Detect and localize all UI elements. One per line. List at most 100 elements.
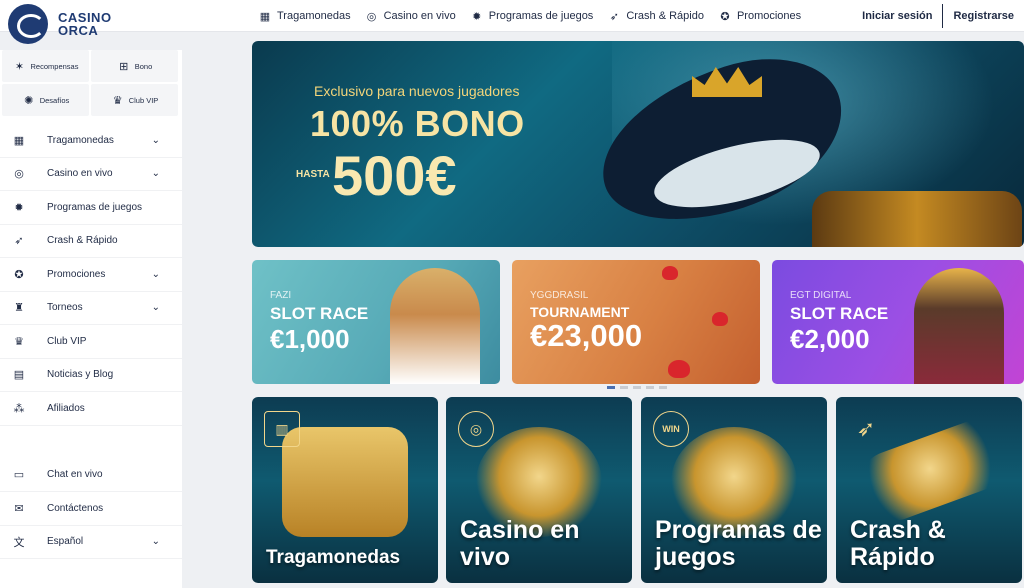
sidebar-item-label: Español [47, 536, 84, 548]
quick-link[interactable]: ⊞ Bono [91, 50, 178, 82]
quick-link-label: Recompensas [30, 61, 79, 71]
sidebar-item[interactable]: ⁂ Afiliados [0, 392, 182, 426]
gift-icon: ⊞ [119, 60, 129, 73]
category-label: Crash & Rápido [850, 516, 946, 571]
logo[interactable]: CASINO ORCA [8, 3, 112, 45]
sidebar-item[interactable]: ▭ Chat en vivo [0, 459, 182, 492]
hero-upto: HASTA [296, 169, 330, 180]
sidebar-item[interactable]: ♜ Torneos ⌄ [0, 292, 182, 325]
quick-links: ✶ Recompensas ⊞ Bono ✺ Desafíos ♛ Club VIP [0, 50, 182, 116]
quick-link-label: Desafíos [39, 95, 70, 105]
hero-amount: 500€ [332, 144, 457, 207]
hero-subtitle: Exclusivo para nuevos jugadores [314, 83, 520, 99]
sidebar-item[interactable]: ▦ Tragamonedas ⌄ [0, 124, 182, 158]
treasure-illustration [812, 191, 1022, 247]
carousel-dot[interactable] [620, 386, 628, 389]
trophy-icon: ♜ [14, 302, 24, 315]
topnav-label: Tragamonedas [277, 10, 351, 22]
topnav-label: Casino en vivo [383, 10, 456, 22]
category-grid: ▥ Tragamonedas ◎ Casino en vivo WIN Prog… [252, 397, 1024, 583]
rocket-icon: ➶ [14, 235, 24, 248]
brand-name: CASINO ORCA [58, 11, 112, 37]
category-card-slots[interactable]: ▥ Tragamonedas [252, 397, 438, 583]
rewards-icon: ✶ [14, 60, 25, 73]
sidebar-item-label: Afiliados [47, 402, 85, 414]
vip-crown-icon: ♛ [112, 94, 123, 107]
promo-provider: FAZI [270, 290, 292, 301]
news-icon: ▤ [13, 369, 25, 382]
topnav-label: Crash & Rápido [626, 10, 704, 22]
quick-link[interactable]: ✶ Recompensas [2, 50, 89, 82]
slot-machine-icon: ▦ [13, 134, 25, 147]
promo-card[interactable]: EGT DIGITAL SLOT RACE €2,000 [772, 260, 1024, 384]
hero-headline: 100% BONO [310, 103, 525, 144]
topnav-item[interactable]: ◎ Casino en vivo [365, 9, 456, 23]
category-label: Tragamonedas [266, 547, 401, 568]
sidebar-item[interactable]: ✪ Promociones ⌄ [0, 258, 182, 292]
brand-line-2: ORCA [58, 23, 99, 38]
sidebar-item-label: Torneos [47, 302, 83, 314]
roulette-icon: ◎ [14, 168, 24, 181]
slot-machine-icon: ▦ [259, 10, 271, 23]
chevron-down-icon[interactable]: ⌄ [152, 168, 160, 179]
slot-machine-art [282, 427, 408, 537]
hero-banner[interactable]: Exclusivo para nuevos jugadores 100% BON… [252, 41, 1024, 247]
promo-card[interactable]: FAZI SLOT RACE €1,000 [252, 260, 500, 384]
sidebar-item-label: Contáctenos [47, 502, 104, 514]
carousel-dot[interactable] [607, 386, 615, 389]
sidebar-menu: ▦ Tragamonedas ⌄ ◎ Casino en vivo ⌄ ✹ Programas… [0, 124, 182, 426]
promo-figure [390, 268, 480, 384]
top-nav: ▦ Tragamonedas ◎ Casino en vivo ✹ Programas d… [258, 0, 801, 32]
sidebar-item[interactable]: ✹ Programas de juegos [0, 191, 182, 225]
promo-figure [914, 268, 1004, 384]
chevron-down-icon[interactable]: ⌄ [152, 269, 160, 280]
sidebar-item[interactable]: 文 Español ⌄ [0, 526, 182, 559]
carousel-dot[interactable] [633, 386, 641, 389]
sidebar-item[interactable]: ▤ Noticias y Blog [0, 359, 182, 392]
carousel-dot[interactable] [659, 386, 667, 389]
chevron-down-icon[interactable]: ⌄ [152, 536, 160, 547]
promo-amount: €2,000 [790, 324, 870, 354]
sidebar-item-label: Programas de juegos [47, 201, 143, 213]
sidebar-item-label: Promociones [47, 268, 106, 280]
vip-crown-icon: ♛ [14, 335, 24, 348]
contact-icon: ✉ [14, 502, 24, 515]
heart-decoration [712, 312, 728, 326]
quick-link[interactable]: ✺ Desafíos [2, 84, 89, 116]
topnav-item[interactable]: ➶ Crash & Rápido [607, 9, 704, 23]
heart-decoration [662, 266, 678, 280]
login-button[interactable]: Iniciar sesión [852, 0, 942, 32]
challenges-icon: ✺ [24, 94, 34, 107]
topnav-label: Promociones [736, 10, 802, 22]
sidebar-item[interactable]: ➶ Crash & Rápido [0, 225, 182, 258]
quick-link[interactable]: ♛ Club VIP [91, 84, 178, 116]
win-wheel-icon: WIN [653, 411, 689, 447]
chevron-down-icon[interactable]: ⌄ [152, 135, 160, 146]
category-label: Casino en vivo [460, 516, 580, 571]
promo-title: SLOT RACE [790, 304, 889, 323]
category-card-crash[interactable]: ➶ Crash & Rápido [836, 397, 1022, 583]
heart-decoration [668, 360, 690, 378]
sidebar-item[interactable]: ♛ Club VIP [0, 325, 182, 359]
sidebar-item-label: Tragamonedas [47, 134, 114, 146]
category-card-game-shows[interactable]: WIN Programas de juegos [641, 397, 827, 583]
chevron-down-icon[interactable]: ⌄ [152, 302, 160, 313]
quick-link-label: Club VIP [128, 95, 159, 105]
sidebar-item[interactable]: ◎ Casino en vivo ⌄ [0, 158, 182, 191]
promo-title: SLOT RACE [270, 304, 369, 323]
topnav-item[interactable]: ✹ Programas de juegos [470, 9, 593, 23]
topnav-item[interactable]: ✪ Promociones [718, 9, 801, 23]
sidebar-item[interactable]: ✉ Contáctenos [0, 492, 182, 526]
rocket-icon: ➶ [856, 416, 876, 441]
sidebar-item-label: Casino en vivo [47, 168, 113, 180]
category-card-live-casino[interactable]: ◎ Casino en vivo [446, 397, 632, 583]
register-button[interactable]: Registrarse [943, 0, 1024, 32]
rocket-icon: ➶ [609, 10, 619, 23]
carousel-dot[interactable] [646, 386, 654, 389]
category-label: Programas de juegos [655, 516, 822, 571]
roulette-icon: ◎ [458, 411, 494, 447]
sidebar-item-label: Club VIP [47, 335, 87, 347]
promo-card[interactable]: YGGDRASIL TOURNAMENT €23,000 [512, 260, 760, 384]
topnav-item[interactable]: ▦ Tragamonedas [258, 9, 351, 23]
